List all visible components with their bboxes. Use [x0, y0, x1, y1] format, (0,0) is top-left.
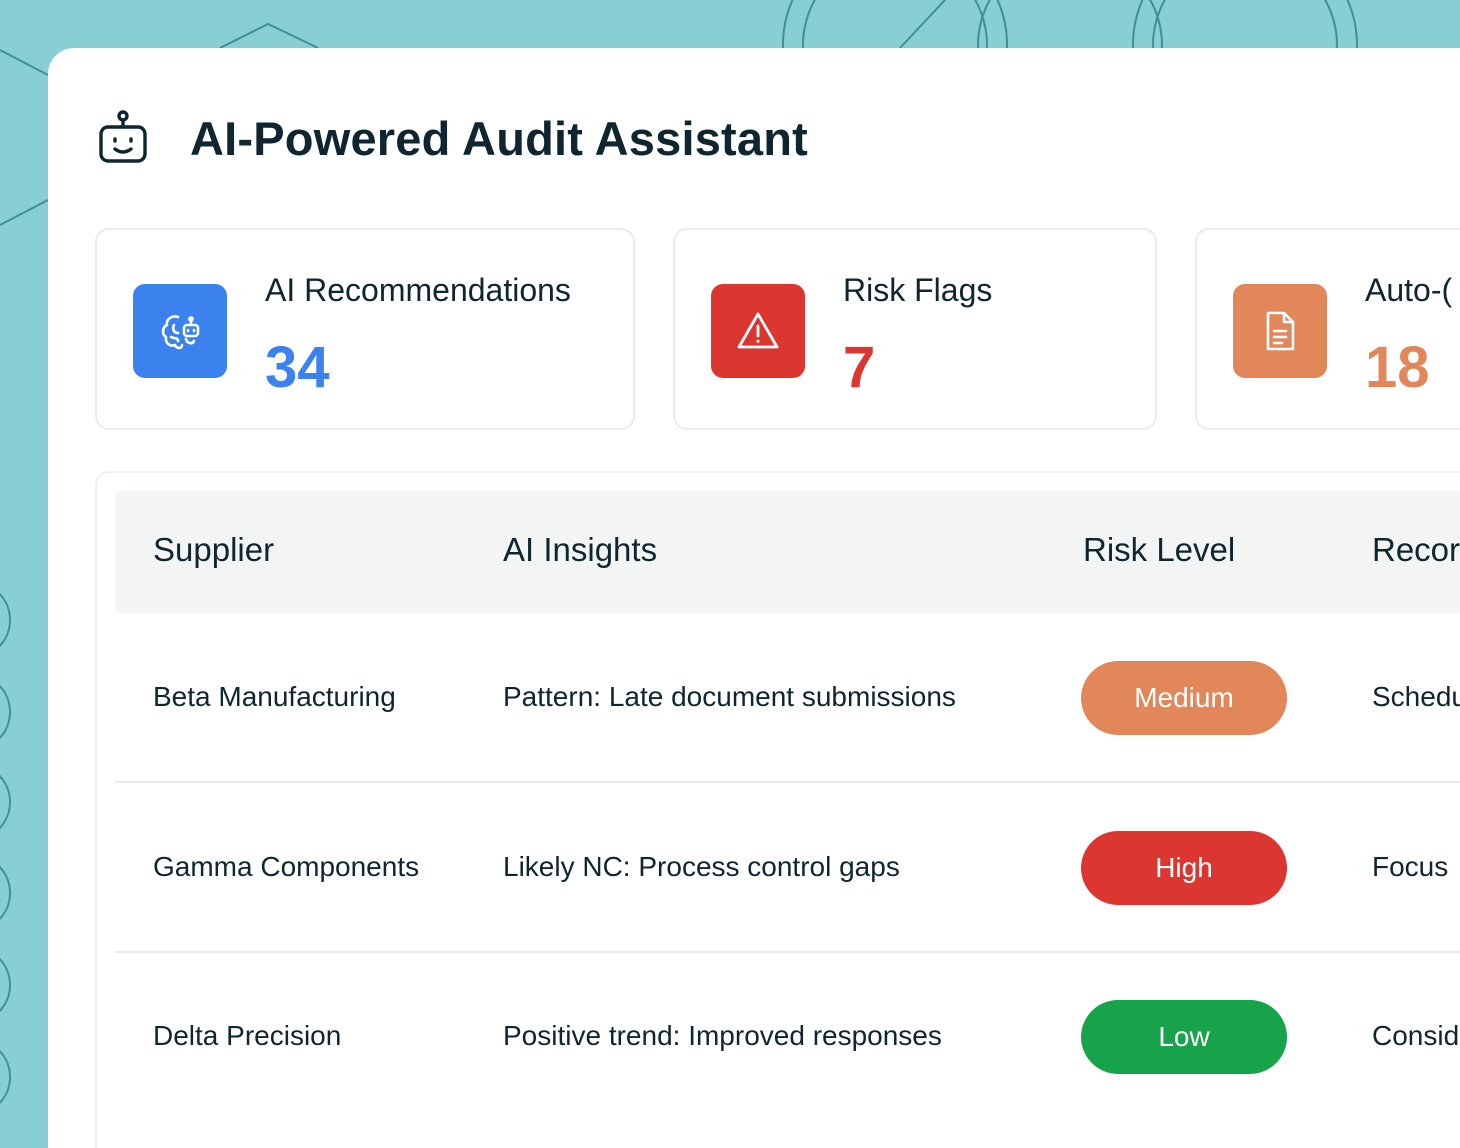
stat-value: 18: [1365, 335, 1430, 400]
table-row[interactable]: Delta Precision Positive trend: Improved…: [115, 952, 1460, 1120]
brain-icon: [161, 315, 200, 350]
table-row[interactable]: Gamma Components Likely NC: Process cont…: [115, 783, 1460, 953]
table-row[interactable]: Beta Manufacturing Pattern: Late documen…: [115, 613, 1460, 783]
stat-icon-tile: [711, 284, 805, 378]
stat-label: AI Recommendations: [265, 272, 571, 308]
column-header-recommendation[interactable]: Recor: [1372, 531, 1460, 569]
stat-card-ai-recommendations[interactable]: AI Recommendations 34: [95, 228, 635, 430]
page-title: AI-Powered Audit Assistant: [190, 111, 809, 165]
stat-label: Auto-(: [1365, 272, 1453, 308]
stat-value: 7: [843, 335, 876, 400]
column-header-risk-level[interactable]: Risk Level: [1083, 531, 1235, 569]
insight-cell: Pattern: Late document submissions: [503, 681, 956, 712]
stat-icon-tile: [1233, 284, 1327, 378]
stat-card-auto[interactable]: Auto-( 18: [1195, 228, 1460, 430]
recommendation-cell: Schedu: [1372, 681, 1460, 712]
insight-cell: Positive trend: Improved responses: [503, 1020, 942, 1051]
recommendation-cell: Focus: [1372, 851, 1449, 882]
supplier-cell: Beta Manufacturing: [153, 681, 396, 712]
stat-card-risk-flags[interactable]: Risk Flags 7: [673, 228, 1157, 430]
robot-icon: [99, 110, 147, 163]
warning-icon: [737, 312, 779, 349]
risk-badge: High: [1081, 831, 1287, 905]
recommendation-cell: Consid: [1372, 1020, 1460, 1051]
document-icon: [1266, 311, 1295, 351]
table-header: Supplier AI Insights Risk Level Recor: [115, 491, 1460, 613]
supplier-cell: Delta Precision: [153, 1020, 342, 1051]
risk-badge: Medium: [1081, 661, 1287, 735]
column-header-supplier[interactable]: Supplier: [153, 531, 274, 569]
stat-value: 34: [265, 335, 330, 400]
risk-badge: Low: [1081, 1000, 1287, 1074]
column-header-ai-insights[interactable]: AI Insights: [503, 531, 657, 569]
page-header: AI-Powered Audit Assistant: [98, 110, 808, 166]
supplier-cell: Gamma Components: [153, 851, 420, 882]
stat-icon-tile: [133, 284, 227, 378]
insight-cell: Likely NC: Process control gaps: [503, 851, 900, 882]
supplier-table: Supplier AI Insights Risk Level Recor Be…: [95, 471, 1460, 1148]
main-panel: AI-Powered Audit Assistant AI Recommenda…: [48, 48, 1460, 1148]
stat-label: Risk Flags: [843, 272, 993, 308]
